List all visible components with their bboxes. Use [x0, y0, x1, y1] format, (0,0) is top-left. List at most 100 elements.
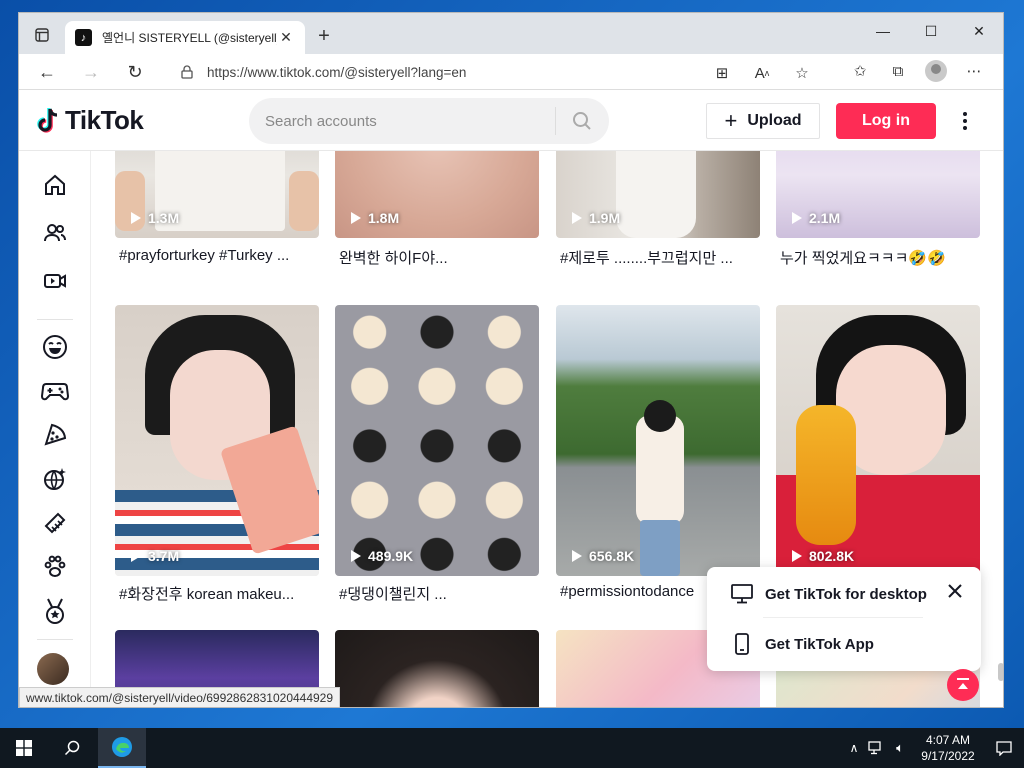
comedy-icon[interactable]	[41, 333, 69, 361]
close-window-icon[interactable]: ✕	[955, 13, 1003, 49]
video-thumbnail[interactable]: 1.9M	[556, 151, 760, 238]
search-icon[interactable]	[48, 728, 96, 768]
video-thumbnail[interactable]: 656.8K	[556, 305, 760, 576]
url-text: https://www.tiktok.com/@sisteryell?lang=…	[207, 64, 467, 80]
travel-icon[interactable]	[41, 465, 69, 493]
video-thumbnail[interactable]: 3.7M	[115, 305, 319, 576]
video-thumbnail[interactable]: 489.9K	[335, 305, 539, 576]
video-caption[interactable]: #화장전후 korean makeu...	[119, 583, 317, 604]
video-caption[interactable]: 완벽한 하이F야...	[339, 247, 537, 268]
more-options-icon[interactable]	[955, 107, 975, 135]
video-thumbnail[interactable]	[335, 630, 539, 707]
browser-window: ♪ 옐언니 SISTERYELL (@sisteryell) | TikTok …	[18, 12, 1004, 708]
video-caption[interactable]: #prayforturkey #Turkey ...	[119, 247, 317, 264]
live-icon[interactable]	[41, 267, 69, 295]
tab-actions-icon[interactable]	[27, 23, 57, 47]
view-count: 2.1M	[792, 210, 840, 226]
taskbar: ∧ 🔈︎ 4:07 AM 9/17/2022	[0, 728, 1024, 768]
following-icon[interactable]	[41, 219, 69, 247]
notifications-icon[interactable]	[984, 728, 1024, 768]
arrow-up-icon	[957, 678, 969, 689]
video-caption[interactable]: #댕댕이챌린지 ...	[339, 583, 537, 604]
tiktok-favicon-icon: ♪	[75, 29, 92, 46]
jeans-shape	[640, 520, 680, 576]
popup-divider	[763, 617, 923, 618]
clock-date: 9/17/2022	[921, 749, 975, 763]
desktop-icon	[731, 583, 753, 605]
start-windows-icon[interactable]	[0, 728, 48, 768]
home-icon[interactable]	[41, 171, 69, 199]
apps-icon[interactable]: ⊞	[711, 62, 733, 84]
sidebar	[19, 151, 91, 707]
volume-icon[interactable]: 🔈︎	[888, 728, 912, 768]
sidebar-divider	[37, 639, 73, 640]
network-icon[interactable]	[864, 728, 888, 768]
play-icon	[792, 212, 802, 224]
gaming-icon[interactable]	[41, 377, 69, 405]
address-bar: ← → ↻ https://www.tiktok.com/@sisteryell…	[19, 54, 1003, 90]
video-thumbnail[interactable]: 2.1M	[776, 151, 980, 238]
scroll-thumb[interactable]	[998, 663, 1003, 681]
status-link: www.tiktok.com/@sisteryell/video/6992862…	[19, 687, 341, 707]
scrollbar[interactable]	[997, 151, 1003, 707]
collections-icon[interactable]: ⧉	[887, 60, 909, 82]
browser-tab[interactable]: ♪ 옐언니 SISTERYELL (@sisteryell) | TikTok …	[65, 21, 305, 54]
desktop-label: Get TikTok for desktop	[765, 585, 927, 603]
minimize-icon[interactable]: —	[859, 13, 907, 49]
view-count: 1.3M	[131, 210, 179, 226]
get-app-button[interactable]: Get TikTok App	[731, 633, 874, 655]
upload-label: Upload	[747, 112, 802, 129]
tiktok-logo[interactable]: TikTok	[35, 105, 144, 136]
back-to-top-button[interactable]	[947, 669, 979, 701]
close-icon[interactable]	[947, 583, 963, 599]
chevron-up-icon[interactable]: ∧	[844, 728, 864, 768]
phone-icon	[731, 633, 753, 655]
new-tab-icon[interactable]: +	[313, 25, 335, 47]
system-tray: ∧ 🔈︎ 4:07 AM 9/17/2022	[844, 728, 1024, 768]
play-icon	[131, 212, 141, 224]
video-caption[interactable]: 누가 찍었게요ㅋㅋㅋ🤣🤣	[780, 247, 978, 268]
search-input[interactable]	[249, 98, 555, 144]
search-box	[249, 98, 609, 144]
person-shape	[616, 151, 696, 238]
tab-title: 옐언니 SISTERYELL (@sisteryell) | TikTok	[102, 31, 277, 45]
animals-icon[interactable]	[41, 553, 69, 581]
upload-button[interactable]: + Upload	[706, 103, 820, 139]
beauty-icon[interactable]	[41, 509, 69, 537]
get-desktop-button[interactable]: Get TikTok for desktop	[731, 583, 927, 605]
view-count: 489.9K	[351, 548, 413, 564]
video-thumbnail[interactable]: 802.8K	[776, 305, 980, 576]
clock-time: 4:07 AM	[925, 733, 971, 747]
toolbar-icons: ✩ ⧉ ⋯	[849, 60, 985, 82]
play-icon	[792, 550, 802, 562]
view-count: 1.9M	[572, 210, 620, 226]
refresh-icon[interactable]: ↻	[121, 59, 149, 85]
clock[interactable]: 4:07 AM 9/17/2022	[912, 732, 984, 764]
avatar[interactable]	[37, 653, 69, 685]
app-label: Get TikTok App	[765, 635, 874, 653]
url-actions: ⊞ Aʌ ☆	[711, 62, 813, 84]
sidebar-divider	[37, 319, 73, 320]
edge-taskbar-icon[interactable]	[98, 728, 146, 768]
video-caption[interactable]: #제로투 ........부끄럽지만 ...	[560, 247, 758, 268]
food-icon[interactable]	[41, 421, 69, 449]
settings-more-icon[interactable]: ⋯	[963, 60, 985, 82]
video-thumbnail[interactable]: 1.8M	[335, 151, 539, 238]
add-favorite-icon[interactable]: ☆	[791, 62, 813, 84]
view-count: 1.8M	[351, 210, 399, 226]
back-icon[interactable]: ←	[33, 59, 61, 85]
video-thumbnail[interactable]: 1.3M	[115, 151, 319, 238]
forward-icon[interactable]: →	[77, 59, 105, 85]
maximize-icon[interactable]: ☐	[907, 13, 955, 49]
view-count: 3.7M	[131, 548, 179, 564]
favorites-icon[interactable]: ✩	[849, 60, 871, 82]
read-aloud-icon[interactable]: Aʌ	[751, 62, 773, 84]
tiktok-header: TikTok + Upload Log in	[19, 91, 1003, 151]
profile-icon[interactable]	[925, 60, 947, 82]
search-icon[interactable]	[556, 98, 608, 144]
tab-close-icon[interactable]: ✕	[277, 29, 295, 46]
head-shape	[644, 400, 676, 432]
sports-icon[interactable]	[41, 597, 69, 625]
play-icon	[131, 550, 141, 562]
login-button[interactable]: Log in	[836, 103, 936, 139]
